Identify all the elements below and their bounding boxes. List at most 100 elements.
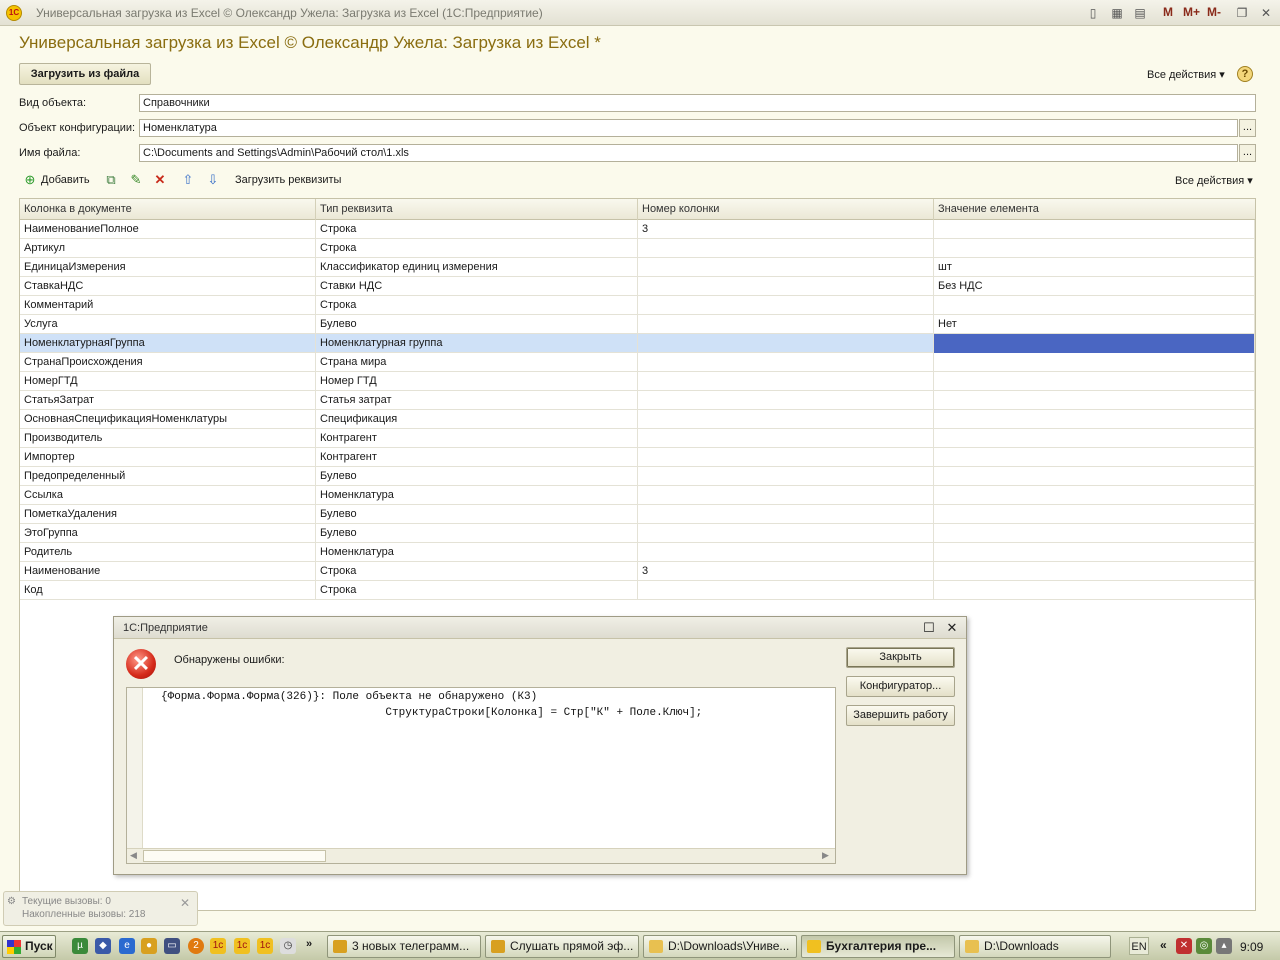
error-text-area[interactable]: {Форма.Форма.Форма(326)}: Поле объекта н…: [126, 687, 836, 864]
task-radio-chrome[interactable]: Слушать прямой эф...: [485, 935, 639, 958]
cell-column-number[interactable]: [638, 334, 934, 353]
cell-element-value[interactable]: [934, 391, 1255, 410]
cell-requisite-type[interactable]: Спецификация: [316, 410, 638, 429]
cell-element-value[interactable]: [934, 410, 1255, 429]
dialog-close-icon[interactable]: ✕: [943, 619, 961, 637]
close-button[interactable]: Закрыть: [846, 647, 955, 668]
cell-column-number[interactable]: [638, 391, 934, 410]
load-requisites-button[interactable]: Загрузить реквизиты: [235, 174, 341, 190]
cell-document-column[interactable]: НоменклатурнаяГруппа: [20, 334, 316, 353]
cell-column-number[interactable]: [638, 239, 934, 258]
cell-document-column[interactable]: Код: [20, 581, 316, 600]
cell-column-number[interactable]: [638, 353, 934, 372]
cell-column-number[interactable]: [638, 277, 934, 296]
cell-column-number[interactable]: [638, 505, 934, 524]
close-icon[interactable]: ✕: [1258, 5, 1274, 21]
cell-column-number[interactable]: [638, 372, 934, 391]
move-up-icon[interactable]: ⇧: [180, 172, 196, 188]
task-downloads-universal[interactable]: D:\Downloads\Униве...: [643, 935, 797, 958]
cell-requisite-type[interactable]: Строка: [316, 562, 638, 581]
cell-column-number[interactable]: [638, 543, 934, 562]
column-header-requisite-type[interactable]: Тип реквизита: [316, 199, 638, 220]
cell-element-value[interactable]: [934, 562, 1255, 581]
cell-element-value[interactable]: шт: [934, 258, 1255, 277]
task-accounting-1c[interactable]: Бухгалтерия пре...: [801, 935, 955, 958]
table-row[interactable]: Импортер Контрагент: [20, 448, 1255, 467]
cell-element-value[interactable]: [934, 353, 1255, 372]
cell-element-value[interactable]: [934, 429, 1255, 448]
cell-document-column[interactable]: Производитель: [20, 429, 316, 448]
add-icon[interactable]: ⊕: [22, 172, 38, 188]
edit-pencil-icon[interactable]: ✎: [128, 172, 144, 188]
table-row[interactable]: СтатьяЗатрат Статья затрат: [20, 391, 1255, 410]
cell-element-value[interactable]: [934, 296, 1255, 315]
cell-column-number[interactable]: [638, 315, 934, 334]
calculator-icon[interactable]: ▦: [1109, 5, 1125, 21]
cell-document-column[interactable]: Ссылка: [20, 486, 316, 505]
table-row[interactable]: Код Строка: [20, 581, 1255, 600]
memory-plus-button[interactable]: M+: [1183, 5, 1200, 19]
cell-requisite-type[interactable]: Контрагент: [316, 429, 638, 448]
cell-requisite-type[interactable]: Строка: [316, 581, 638, 600]
cell-element-value[interactable]: Нет: [934, 315, 1255, 334]
cell-element-value[interactable]: [934, 448, 1255, 467]
cell-requisite-type[interactable]: Строка: [316, 220, 638, 239]
cell-document-column[interactable]: НомерГТД: [20, 372, 316, 391]
file-name-select-button[interactable]: ...: [1239, 144, 1256, 162]
memory-minus-button[interactable]: M-: [1207, 5, 1221, 19]
quicklaunch-more-icon[interactable]: »: [306, 938, 312, 950]
table-row[interactable]: Производитель Контрагент: [20, 429, 1255, 448]
cell-column-number[interactable]: 3: [638, 220, 934, 239]
table-row[interactable]: НомерГТД Номер ГТД: [20, 372, 1255, 391]
column-header-element-value[interactable]: Значение елемента: [934, 199, 1255, 220]
cell-document-column[interactable]: Предопределенный: [20, 467, 316, 486]
cell-document-column[interactable]: Комментарий: [20, 296, 316, 315]
configurator-button[interactable]: Конфигуратор...: [846, 676, 955, 697]
quicklaunch-desktop-icon[interactable]: ▭: [164, 938, 180, 954]
cell-requisite-type[interactable]: Классификатор единиц измерения: [316, 258, 638, 277]
scroll-right-icon[interactable]: ▶: [822, 850, 829, 861]
table-row[interactable]: ОсновнаяСпецификацияНоменклатуры Специфик…: [20, 410, 1255, 429]
table-row[interactable]: ПометкаУдаления Булево: [20, 505, 1255, 524]
cell-element-value[interactable]: [934, 239, 1255, 258]
maximize-icon[interactable]: ☐: [920, 619, 938, 637]
table-row[interactable]: НоменклатурнаяГруппа Номенклатурная групп…: [20, 334, 1255, 353]
cell-document-column[interactable]: Родитель: [20, 543, 316, 562]
cell-column-number[interactable]: [638, 486, 934, 505]
table-row[interactable]: Родитель Номенклатура: [20, 543, 1255, 562]
cell-requisite-type[interactable]: Булево: [316, 467, 638, 486]
cell-document-column[interactable]: ЭтоГруппа: [20, 524, 316, 543]
tray-expand-icon[interactable]: «: [1160, 938, 1167, 952]
cell-element-value[interactable]: [934, 486, 1255, 505]
column-header-document-column[interactable]: Колонка в документе: [20, 199, 316, 220]
table-row[interactable]: НаименованиеПолное Строка 3: [20, 220, 1255, 239]
file-name-field[interactable]: C:\Documents and Settings\Admin\Рабочий …: [139, 144, 1238, 162]
cell-requisite-type[interactable]: Булево: [316, 315, 638, 334]
calls-close-icon[interactable]: ✕: [180, 896, 190, 910]
tray-antivirus-icon[interactable]: ✕: [1176, 938, 1192, 954]
quicklaunch-1c-icon[interactable]: 1с: [210, 938, 226, 954]
cell-column-number[interactable]: [638, 258, 934, 277]
quicklaunch-utorrent-icon[interactable]: µ: [72, 938, 88, 954]
table-row[interactable]: ЭтоГруппа Булево: [20, 524, 1255, 543]
memory-button[interactable]: M: [1163, 5, 1173, 19]
cell-element-value[interactable]: [934, 505, 1255, 524]
tray-signal-icon[interactable]: ▴: [1216, 938, 1232, 954]
cell-requisite-type[interactable]: Строка: [316, 239, 638, 258]
cell-element-value[interactable]: Без НДС: [934, 277, 1255, 296]
add-button[interactable]: Добавить: [41, 174, 90, 190]
task-telegram-chrome[interactable]: 3 новых телеграмм...: [327, 935, 481, 958]
object-type-field[interactable]: Справочники: [139, 94, 1256, 112]
copy-icon[interactable]: ⧉: [103, 172, 119, 188]
horizontal-scrollbar[interactable]: ◀ ▶: [127, 848, 835, 863]
cell-requisite-type[interactable]: Номенклатура: [316, 543, 638, 562]
cell-requisite-type[interactable]: Статья затрат: [316, 391, 638, 410]
quicklaunch-ie-icon[interactable]: e: [119, 938, 135, 954]
table-row[interactable]: СтавкаНДС Ставки НДС Без НДС: [20, 277, 1255, 296]
cell-column-number[interactable]: [638, 296, 934, 315]
cell-document-column[interactable]: Услуга: [20, 315, 316, 334]
cell-requisite-type[interactable]: Булево: [316, 505, 638, 524]
cell-column-number[interactable]: [638, 429, 934, 448]
load-from-file-button[interactable]: Загрузить из файла: [19, 63, 151, 85]
table-row[interactable]: ЕдиницаИзмерения Классификатор единиц изм…: [20, 258, 1255, 277]
